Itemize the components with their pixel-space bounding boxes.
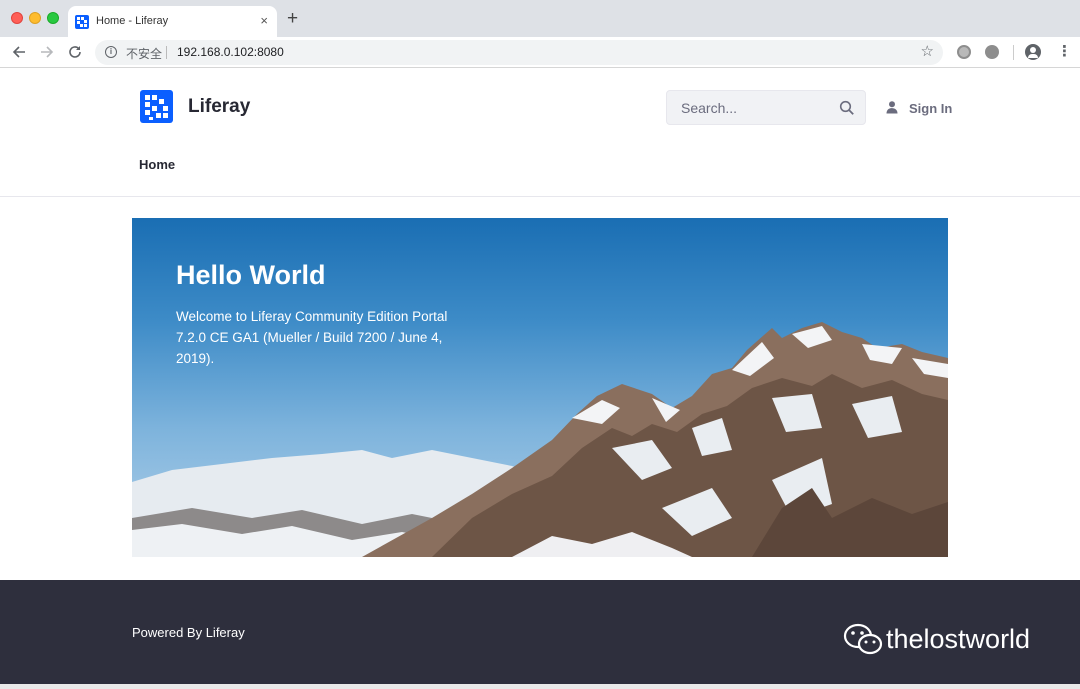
- extension-globe-icon[interactable]: [957, 45, 971, 59]
- nav-item-home[interactable]: Home: [139, 157, 175, 172]
- search-input[interactable]: [667, 91, 837, 124]
- new-tab-button[interactable]: +: [287, 9, 298, 29]
- header-divider: [0, 196, 1080, 197]
- search-box: [666, 90, 866, 125]
- address-bar[interactable]: i 不安全 192.168.0.102:8080 ☆: [95, 40, 943, 65]
- hero-title: Hello World: [176, 260, 326, 290]
- site-name[interactable]: Liferay: [188, 96, 250, 118]
- url-divider: [166, 46, 167, 59]
- maximize-window-button[interactable]: [47, 12, 59, 24]
- minimize-window-button[interactable]: [29, 12, 41, 24]
- profile-avatar-icon[interactable]: [1025, 44, 1041, 60]
- url-text[interactable]: 192.168.0.102:8080: [177, 45, 284, 59]
- user-icon: [886, 101, 898, 114]
- page-bottom-edge: [0, 684, 1080, 689]
- browser-tab[interactable]: Home - Liferay ×: [68, 6, 277, 37]
- reload-icon[interactable]: [65, 42, 85, 62]
- info-icon[interactable]: i: [105, 46, 117, 58]
- wechat-icon: [843, 623, 883, 655]
- hero-description: Welcome to Liferay Community Edition Por…: [176, 309, 448, 366]
- tab-title: Home - Liferay: [96, 15, 169, 27]
- close-window-button[interactable]: [11, 12, 23, 24]
- bookmark-star-icon[interactable]: ☆: [921, 43, 934, 61]
- watermark-text: thelostworld: [886, 624, 1031, 654]
- back-arrow-icon[interactable]: [9, 42, 29, 62]
- sign-in-label: Sign In: [909, 101, 953, 116]
- hero-banner: Hello World Welcome to Liferay Community…: [132, 218, 948, 557]
- tab-close-icon[interactable]: ×: [260, 13, 268, 29]
- extension-icon[interactable]: [985, 45, 999, 59]
- site-footer: Powered By Liferay thelostworld: [0, 580, 1080, 684]
- liferay-logo-icon[interactable]: [140, 90, 173, 123]
- forward-arrow-icon[interactable]: [37, 42, 57, 62]
- toolbar-divider: [1013, 45, 1014, 60]
- powered-by-text: Powered By Liferay: [132, 625, 245, 640]
- browser-menu-icon[interactable]: ⋮: [1057, 44, 1072, 60]
- liferay-favicon-icon: [75, 15, 89, 29]
- search-icon[interactable]: [839, 100, 855, 116]
- browser-tab-strip: Home - Liferay × +: [0, 0, 1080, 37]
- security-label: 不安全: [126, 47, 163, 61]
- browser-toolbar: i 不安全 192.168.0.102:8080 ☆: [0, 37, 1080, 68]
